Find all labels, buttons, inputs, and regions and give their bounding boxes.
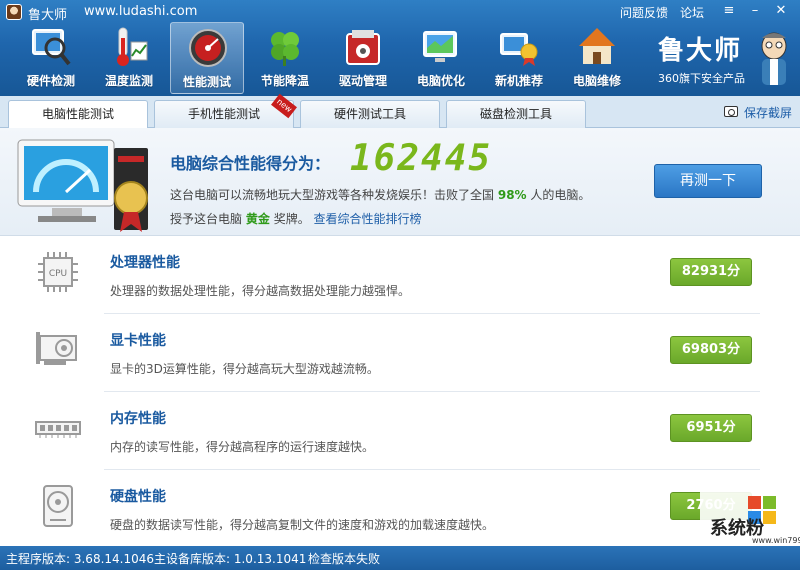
- version-check-status[interactable]: 检查版本失败: [308, 550, 380, 567]
- nav-label: 驱动管理: [338, 74, 387, 88]
- score-badge: 69803分: [670, 336, 752, 364]
- brand: 鲁大师 360旗下安全产品: [654, 30, 794, 90]
- nav-pc-optimize[interactable]: 电脑优化: [404, 22, 478, 94]
- tab-label: 手机性能测试: [187, 107, 260, 121]
- award-prefix: 授予这台电脑: [170, 212, 243, 226]
- tab-pc-performance[interactable]: 电脑性能测试: [8, 100, 148, 129]
- main-version: 主程序版本: 3.68.14.1046: [6, 552, 155, 566]
- svg-text:CPU: CPU: [49, 269, 67, 279]
- thermometer-icon: [117, 27, 148, 66]
- tab-label: 硬件测试工具: [333, 107, 406, 121]
- status-bar: 主程序版本: 3.68.14.1046 主设备库版本: 1.0.13.1041 …: [0, 546, 800, 570]
- award-level: 黄金: [245, 212, 270, 226]
- row-description: 处理器的数据处理性能，得分越高数据处理能力越强悍。: [110, 284, 411, 298]
- perf-row-cpu: CPU 处理器性能 处理器的数据处理性能，得分越高数据处理能力越强悍。 8293…: [0, 236, 800, 314]
- benchmark-monitor-icon: [17, 139, 148, 232]
- minimize-icon[interactable]: –: [746, 3, 764, 19]
- desc-prefix: 这台电脑可以流畅地玩大型游戏等各种发烧娱乐！击败了全国: [170, 188, 495, 202]
- perf-row-disk: 硬盘性能 硬盘的数据读写性能，得分越高复制文件的速度和游戏的加载速度越快。 27…: [0, 470, 800, 548]
- desc-suffix: 人的电脑。: [530, 188, 591, 202]
- perf-row-memory: 内存性能 内存的读写性能，得分越高程序的运行速度越快。 6951分: [0, 392, 800, 470]
- feedback-link[interactable]: 问题反馈: [620, 4, 668, 21]
- row-title: 处理器性能: [110, 255, 180, 271]
- app-logo-icon: [6, 4, 22, 20]
- clover-icon: [271, 32, 299, 66]
- memory-stick-icon: [35, 421, 81, 438]
- row-title: 显卡性能: [110, 333, 166, 349]
- nav-label: 温度监测: [104, 74, 153, 88]
- brand-name: 鲁大师: [658, 36, 743, 66]
- tab-disk-tools[interactable]: 磁盘检测工具: [446, 100, 586, 128]
- score-panel: 电脑综合性能得分为： 162445 这台电脑可以流畅地玩大型游戏等各种发烧娱乐！…: [0, 128, 800, 236]
- nav-performance-test[interactable]: 性能测试: [170, 22, 244, 94]
- menu-icon[interactable]: ≡: [720, 3, 738, 19]
- nav-label: 新机推荐: [494, 74, 543, 88]
- save-screenshot-button[interactable]: 保存截屏: [724, 104, 792, 121]
- score-value: 162445: [350, 138, 493, 179]
- nav-driver-management[interactable]: 驱动管理: [326, 22, 400, 94]
- nav-temperature[interactable]: 温度监测: [92, 22, 166, 94]
- app-url: www.ludashi.com: [84, 4, 198, 19]
- nav-pc-repair[interactable]: 电脑维修: [560, 22, 634, 94]
- perf-row-gpu: 显卡性能 显卡的3D运算性能，得分越高玩大型游戏越流畅。 69803分: [0, 314, 800, 392]
- speedometer-icon: [189, 29, 227, 67]
- tab-label: 电脑性能测试: [41, 107, 114, 121]
- repair-house-icon: [579, 28, 615, 64]
- forum-link[interactable]: 论坛: [680, 4, 704, 21]
- nav-hardware-detect[interactable]: 硬件检测: [14, 22, 88, 94]
- score-label: 电脑综合性能得分为：: [170, 154, 331, 173]
- app-title: 鲁大师: [28, 8, 68, 23]
- graphics-card-icon: [36, 332, 77, 365]
- retest-button[interactable]: 再测一下: [654, 164, 762, 198]
- nav-label: 硬件检测: [26, 74, 75, 88]
- tab-hardware-tools[interactable]: 硬件测试工具: [300, 100, 440, 128]
- hardware-monitor-icon: [32, 29, 71, 66]
- score-badge: 6951分: [670, 414, 752, 442]
- save-screenshot-label: 保存截屏: [744, 106, 793, 120]
- driver-box-icon: [346, 30, 380, 65]
- nav-label: 性能测试: [182, 75, 231, 89]
- optimize-screen-icon: [423, 31, 457, 62]
- close-icon[interactable]: ✕: [772, 3, 790, 19]
- score-description: 这台电脑可以流畅地玩大型游戏等各种发烧娱乐！击败了全国 98% 人的电脑。: [170, 186, 590, 203]
- camera-icon: [724, 106, 738, 117]
- nav-new-recommend[interactable]: 新机推荐: [482, 22, 556, 94]
- award-medal-icon: [500, 33, 538, 66]
- watermark-url: www.win7999.com: [752, 536, 800, 545]
- header: 鲁大师 www.ludashi.com 问题反馈 论坛 ≡ – ✕ 硬件检测 温…: [0, 0, 800, 96]
- award-suffix: 奖牌。: [273, 212, 310, 226]
- db-version: 主设备库版本: 1.0.13.1041: [154, 552, 307, 566]
- mascot-icon: [761, 32, 787, 85]
- row-description: 硬盘的数据读写性能，得分越高复制文件的速度和游戏的加载速度越快。: [110, 518, 495, 532]
- hard-disk-icon: [43, 485, 73, 527]
- watermark: 系统粉 www.win7999.com: [700, 488, 800, 545]
- ranking-link[interactable]: 查看综合性能排行榜: [314, 212, 422, 226]
- tab-label: 磁盘检测工具: [479, 107, 552, 121]
- brand-subtitle: 360旗下安全产品: [658, 72, 745, 85]
- award-line: 授予这台电脑 黄金 奖牌。 查看综合性能排行榜: [170, 210, 422, 227]
- row-title: 硬盘性能: [110, 489, 166, 505]
- new-badge: new: [271, 93, 297, 119]
- nav-energy-saving[interactable]: 节能降温: [248, 22, 322, 94]
- row-description: 显卡的3D运算性能，得分越高玩大型游戏越流畅。: [110, 362, 379, 376]
- nav-label: 电脑优化: [416, 74, 465, 88]
- nav-label: 电脑维修: [572, 74, 621, 88]
- tab-bar: 电脑性能测试 手机性能测试 new 硬件测试工具 磁盘检测工具: [0, 93, 800, 129]
- cpu-icon: CPU: [38, 252, 78, 292]
- row-title: 内存性能: [110, 411, 166, 427]
- row-description: 内存的读写性能，得分越高程序的运行速度越快。: [110, 440, 375, 454]
- title-bar: 鲁大师 www.ludashi.com 问题反馈 论坛 ≡ – ✕: [0, 0, 800, 24]
- tab-phone-performance[interactable]: 手机性能测试 new: [154, 93, 297, 128]
- score-badge: 82931分: [670, 258, 752, 286]
- beat-percent: 98%: [497, 188, 527, 202]
- nav-label: 节能降温: [260, 74, 309, 88]
